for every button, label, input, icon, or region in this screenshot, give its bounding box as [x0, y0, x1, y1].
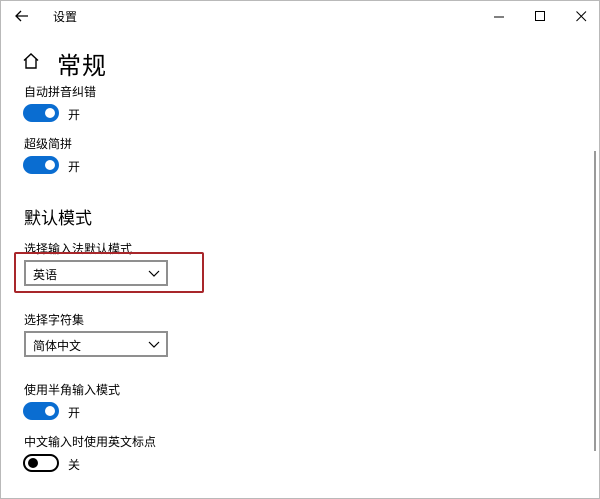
- default-mode-heading: 默认模式: [24, 209, 92, 229]
- toggle-knob: [45, 406, 55, 416]
- close-button[interactable]: [564, 3, 598, 29]
- input-default-mode-value: 英语: [33, 268, 58, 282]
- pinyin-correction-state: 开: [68, 108, 81, 122]
- charset-label: 选择字符集: [24, 313, 85, 327]
- halfwidth-mode-toggle[interactable]: [23, 402, 59, 420]
- window-title: 设置: [53, 10, 78, 24]
- page-title: 常规: [57, 52, 107, 80]
- super-jianpin-state: 开: [68, 160, 81, 174]
- toggle-knob: [45, 108, 55, 118]
- home-icon[interactable]: [22, 52, 40, 70]
- title-bar: 设置: [1, 1, 600, 31]
- english-punct-state: 关: [68, 458, 81, 472]
- arrow-left-icon: [15, 10, 28, 22]
- english-punct-toggle[interactable]: [23, 454, 59, 472]
- english-punct-label: 中文输入时使用英文标点: [24, 435, 157, 449]
- chevron-down-icon: [148, 341, 160, 348]
- minimize-icon: [493, 16, 504, 17]
- charset-select[interactable]: 简体中文: [24, 331, 168, 357]
- maximize-icon: [534, 10, 545, 21]
- settings-window: 设置 常规 自动拼音纠错 开 超级简拼 开 默认模式 选择输入法默认模式 英语 …: [0, 0, 600, 499]
- pinyin-correction-label: 自动拼音纠错: [24, 85, 97, 99]
- vertical-scrollbar[interactable]: [594, 151, 596, 451]
- charset-value: 简体中文: [33, 339, 82, 353]
- toggle-knob: [45, 160, 55, 170]
- halfwidth-mode-state: 开: [68, 406, 81, 420]
- pinyin-correction-toggle[interactable]: [23, 104, 59, 122]
- super-jianpin-toggle[interactable]: [23, 156, 59, 174]
- input-default-mode-select[interactable]: 英语: [24, 260, 168, 286]
- toggle-knob: [28, 458, 38, 468]
- back-button[interactable]: [9, 5, 35, 27]
- halfwidth-mode-label: 使用半角输入模式: [24, 383, 121, 397]
- super-jianpin-label: 超级简拼: [24, 137, 73, 151]
- close-icon: [575, 10, 586, 21]
- chevron-down-icon: [148, 270, 160, 277]
- minimize-button[interactable]: [482, 3, 516, 29]
- maximize-button[interactable]: [523, 3, 557, 29]
